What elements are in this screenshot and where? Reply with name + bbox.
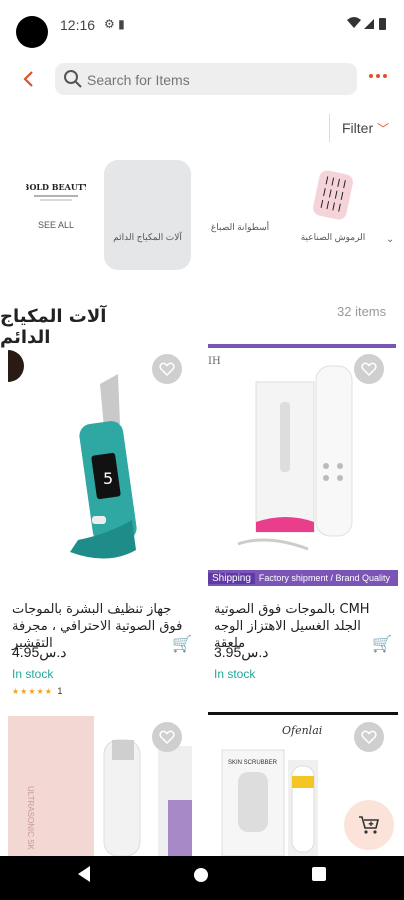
status-signal-icons xyxy=(346,16,390,33)
add-to-cart-icon[interactable]: 🛒 xyxy=(372,634,392,654)
category-see-all[interactable]: BOLD BEAUTY SEE ALL xyxy=(20,176,92,230)
svg-text:Ofenlai: Ofenlai xyxy=(282,724,322,737)
more-dots-icon xyxy=(369,74,387,78)
svg-text:BOLD BEAUTY: BOLD BEAUTY xyxy=(26,182,86,192)
heart-outline-icon xyxy=(159,362,175,376)
product-image[interactable]: 5 xyxy=(8,344,196,586)
floating-cart-button[interactable] xyxy=(344,800,394,850)
nav-recents-icon[interactable] xyxy=(312,867,326,881)
lashes-image xyxy=(311,168,355,222)
stock-status: In stock xyxy=(12,667,54,681)
product-image[interactable]: ULTRASONIC SK xyxy=(8,716,196,856)
heart-outline-icon xyxy=(361,730,377,744)
filter-button[interactable]: Filter ﹀ xyxy=(342,120,389,137)
cart-icon xyxy=(359,816,380,834)
wishlist-button[interactable] xyxy=(152,722,182,752)
wishlist-button[interactable] xyxy=(354,722,384,752)
category-label: أسطوانة الصباغ xyxy=(210,222,270,232)
chevron-down-icon[interactable]: ⌄ xyxy=(386,234,394,245)
filter-divider xyxy=(329,114,330,142)
rating-stars-icon: ★★★★★ xyxy=(12,687,53,696)
lashes-graphic xyxy=(320,176,346,212)
product-rating: ★★★★★ 1 xyxy=(12,681,62,699)
filter-label: Filter xyxy=(342,120,374,136)
section-title: آلات المكياج الدائم xyxy=(0,306,107,348)
svg-text:5: 5 xyxy=(103,469,113,488)
search-input[interactable] xyxy=(85,63,349,97)
nav-back-icon[interactable] xyxy=(78,866,90,882)
chevron-down-icon: ﹀ xyxy=(377,122,390,136)
back-button[interactable] xyxy=(16,66,42,92)
nav-home-icon[interactable] xyxy=(194,868,208,882)
heart-outline-icon xyxy=(361,362,377,376)
svg-text:IH: IH xyxy=(208,356,221,367)
category-pigment-cylinder[interactable]: أسطوانة الصباغ xyxy=(205,222,275,233)
camera-cutout xyxy=(16,16,48,48)
wifi-signal-battery-icon xyxy=(347,17,386,30)
product-image[interactable]: IH xyxy=(208,344,396,570)
search-box[interactable] xyxy=(55,63,357,97)
stock-status: In stock xyxy=(214,667,256,681)
search-icon xyxy=(64,70,82,88)
items-count: 32 items xyxy=(337,304,387,319)
more-button[interactable] xyxy=(368,66,388,92)
category-false-lashes[interactable]: الرموش الصناعية xyxy=(297,168,369,243)
product-price: 4.95د.س xyxy=(12,644,67,660)
shipping-tag: Shipping xyxy=(208,573,255,584)
chevron-left-icon xyxy=(23,71,33,87)
svg-text:ULTRASONIC SK: ULTRASONIC SK xyxy=(26,786,35,851)
svg-text:SKIN SCRUBBER: SKIN SCRUBBER xyxy=(228,760,278,766)
add-to-cart-icon[interactable]: 🛒 xyxy=(172,634,192,654)
heart-outline-icon xyxy=(159,730,175,744)
category-permanent-makeup-selected[interactable]: آلات المكياج الدائم xyxy=(104,160,191,270)
status-bar: 12:16 ⚙ ▮ xyxy=(0,0,404,52)
bold-beauty-logo: BOLD BEAUTY xyxy=(22,176,90,210)
status-notification-icons: ⚙ ▮ xyxy=(104,17,125,31)
wishlist-button[interactable] xyxy=(354,354,384,384)
rating-count: 1 xyxy=(57,686,63,696)
product-price: 3.95د.س xyxy=(214,644,269,660)
category-label: SEE ALL xyxy=(37,220,75,230)
category-label: الرموش الصناعية xyxy=(300,232,366,242)
shipping-banner: Shipping Factory shipment / Brand Quality… xyxy=(208,570,398,600)
wishlist-button[interactable] xyxy=(152,354,182,384)
category-label: آلات المكياج الدائم xyxy=(113,232,182,242)
bold-beauty-logo-graphic: BOLD BEAUTY xyxy=(26,182,86,201)
status-time: 12:16 xyxy=(60,17,96,33)
